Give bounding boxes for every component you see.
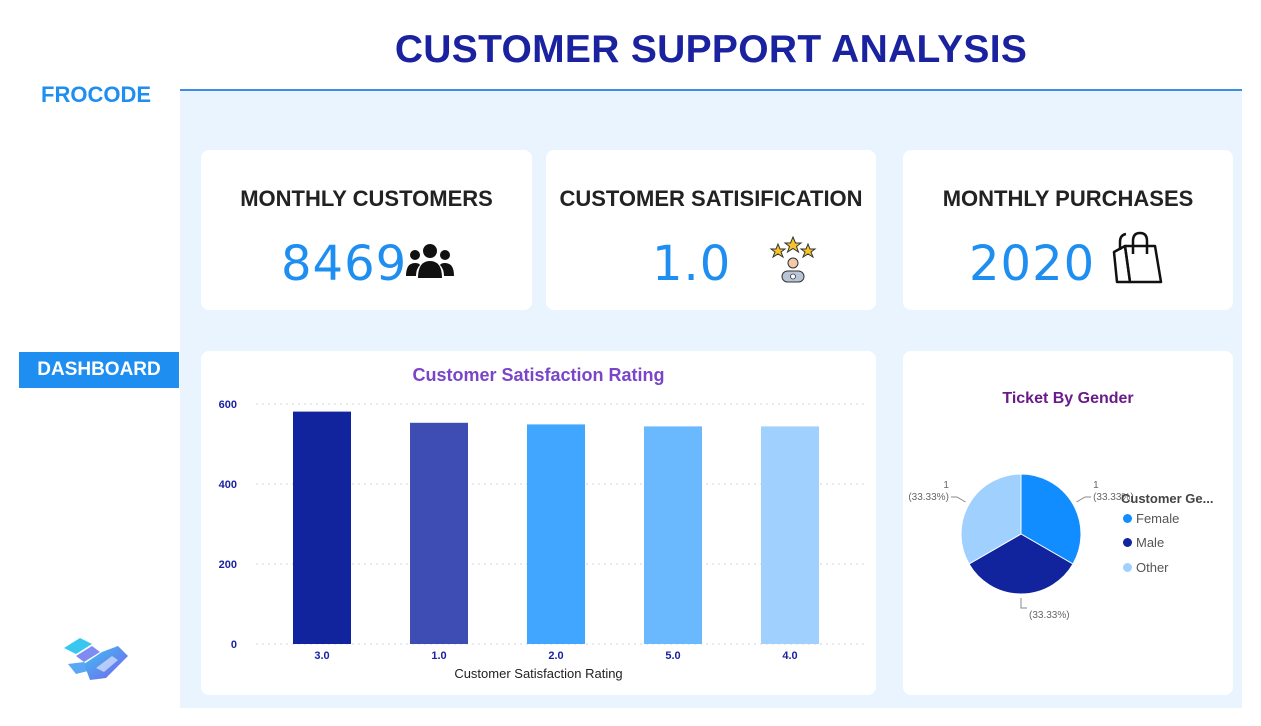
kpi-label: MONTHLY PURCHASES (942, 186, 1194, 211)
data-label-leader (1020, 598, 1027, 609)
frocode-logo-icon (62, 634, 130, 686)
pie-chart: 1(33.33%)(33.33%)1(33.33%) (908, 473, 1134, 621)
y-tick-label: 200 (219, 559, 237, 571)
y-tick-label: 400 (219, 479, 237, 491)
kpi-label: MONTHLY CUSTOMERS (240, 186, 493, 211)
dashboard-nav-button[interactable]: DASHBOARD (19, 352, 179, 388)
y-tick-label: 600 (219, 399, 237, 411)
y-tick-label: 0 (231, 639, 237, 651)
legend-title: Customer Ge... (1121, 491, 1214, 506)
kpi-card-monthly-purchases: MONTHLY PURCHASES 2020 (903, 150, 1233, 310)
kpi-card-customer-satisfaction: CUSTOMER SATISIFICATION 1.0 (546, 150, 876, 310)
legend-item-female[interactable]: Female (1123, 511, 1179, 526)
x-tick-label: 5.0 (665, 650, 680, 662)
x-tick-label: 4.0 (782, 650, 797, 662)
data-label-pct: (33.33%) (1029, 610, 1070, 621)
data-label-value: 1 (1093, 480, 1099, 491)
legend-dot (1123, 538, 1132, 547)
shopping-bag-icon (1109, 230, 1165, 291)
bar-5.0 (644, 426, 702, 644)
bar-chart: 0 200 400 600 3.0 1.0 2.0 5.0 4.0 (219, 399, 866, 662)
kpi-label: CUSTOMER SATISIFICATION (559, 186, 863, 211)
data-label-leader (950, 496, 966, 503)
legend-dot (1123, 514, 1132, 523)
x-tick-label: 1.0 (431, 650, 446, 662)
page-title: CUSTOMER SUPPORT ANALYSIS (394, 28, 1028, 71)
x-tick-label: 2.0 (548, 650, 563, 662)
bar-2.0 (527, 424, 585, 644)
bar-chart-x-axis-label: Customer Satisfaction Rating (454, 666, 623, 681)
bar-3.0 (293, 411, 351, 644)
bar-1.0 (410, 422, 468, 644)
users-icon (405, 240, 455, 289)
data-label-pct: (33.33%) (908, 492, 949, 503)
pie-chart-card: Ticket By Gender 1 (33.33%) (33.33%) 1 (33.3… (903, 351, 1233, 695)
legend-label: Other (1136, 560, 1169, 575)
bar-chart-card: Customer Satisfaction Rating 0 200 400 600 3… (201, 351, 876, 695)
data-label-leader (1076, 496, 1092, 503)
brand-name: FROCODE (41, 82, 151, 107)
legend-label: Female (1136, 511, 1180, 526)
kpi-value: 1.0 (652, 236, 732, 292)
legend-item-male[interactable]: Male (1123, 535, 1164, 550)
legend-item-other[interactable]: Other (1123, 560, 1169, 575)
bar-4.0 (761, 426, 819, 644)
legend-dot (1123, 563, 1132, 572)
legend-label: Male (1136, 535, 1165, 550)
kpi-card-monthly-customers: MONTHLY CUSTOMERS 8469 (201, 150, 532, 310)
kpi-value: 8469 (281, 236, 408, 292)
rating-stars-icon (768, 235, 818, 291)
kpi-value: 2020 (969, 236, 1096, 292)
data-label-value: 1 (943, 480, 949, 491)
x-tick-label: 3.0 (314, 650, 329, 662)
